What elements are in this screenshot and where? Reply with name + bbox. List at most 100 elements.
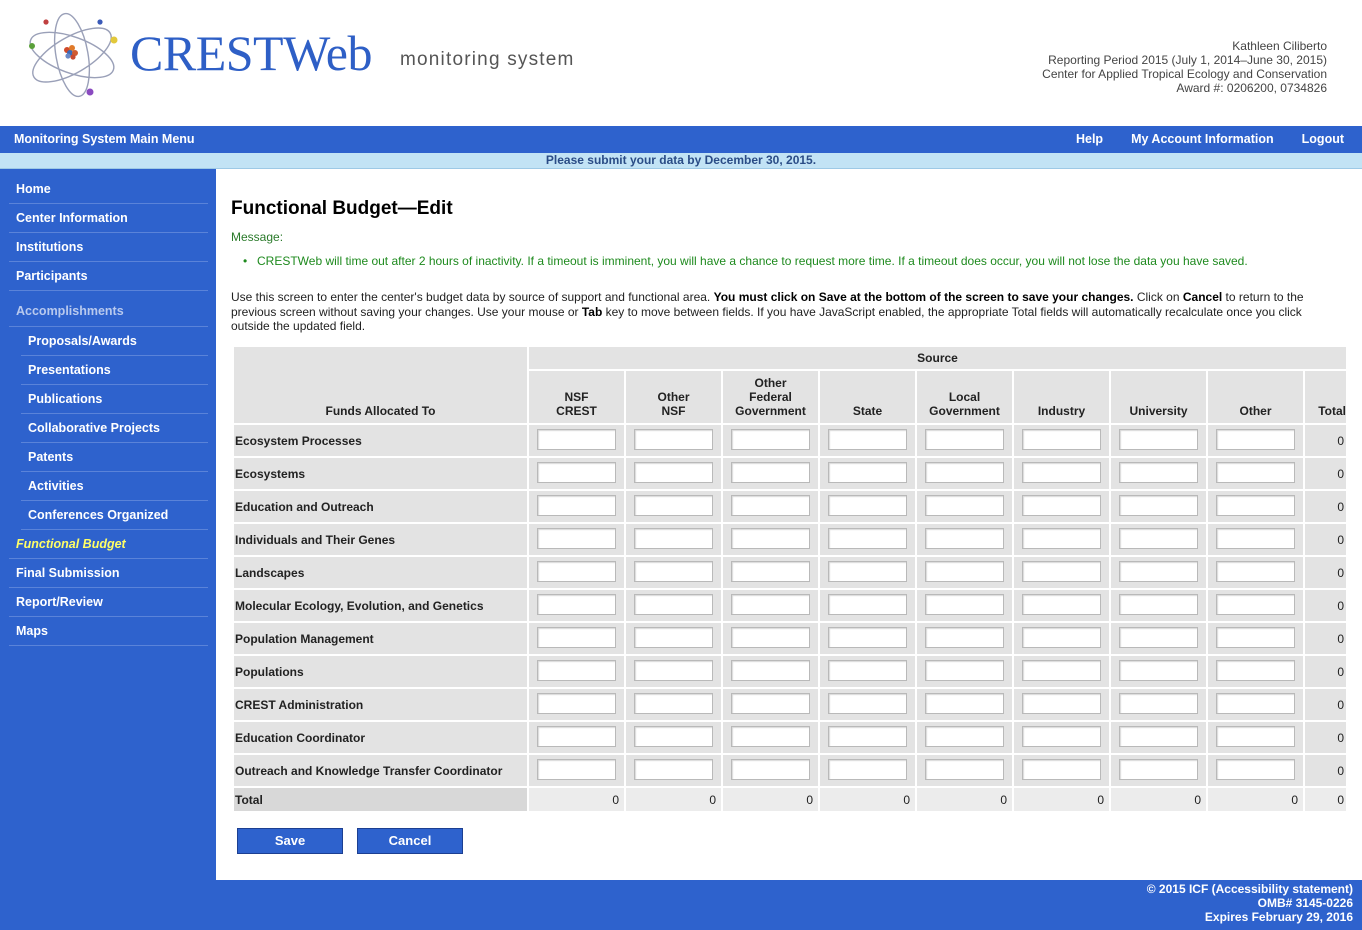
sidebar-item-maps[interactable]: Maps <box>9 617 208 646</box>
budget-input-other[interactable] <box>1216 725 1295 747</box>
help-link[interactable]: Help <box>1076 132 1103 146</box>
budget-input-other-nsf[interactable] <box>634 428 713 450</box>
sidebar-item-collaborative-projects[interactable]: Collaborative Projects <box>21 414 208 443</box>
budget-input-university[interactable] <box>1119 626 1198 648</box>
budget-input-university[interactable] <box>1119 527 1198 549</box>
sidebar-item-conferences-organized[interactable]: Conferences Organized <box>21 501 208 530</box>
budget-input-state[interactable] <box>828 659 907 681</box>
budget-input-local-government[interactable] <box>925 725 1004 747</box>
budget-input-state[interactable] <box>828 626 907 648</box>
budget-input-other[interactable] <box>1216 461 1295 483</box>
budget-input-industry[interactable] <box>1022 593 1101 615</box>
budget-input-university[interactable] <box>1119 461 1198 483</box>
budget-input-other[interactable] <box>1216 593 1295 615</box>
budget-input-industry[interactable] <box>1022 626 1101 648</box>
budget-input-other[interactable] <box>1216 494 1295 516</box>
budget-input-university[interactable] <box>1119 659 1198 681</box>
sidebar-item-proposals-awards[interactable]: Proposals/Awards <box>21 327 208 356</box>
sidebar-item-functional-budget[interactable]: Functional Budget <box>9 530 208 559</box>
budget-input-other-nsf[interactable] <box>634 659 713 681</box>
budget-input-local-government[interactable] <box>925 461 1004 483</box>
budget-input-local-government[interactable] <box>925 527 1004 549</box>
budget-input-nsf-crest[interactable] <box>537 560 616 582</box>
budget-input-local-government[interactable] <box>925 626 1004 648</box>
sidebar-item-institutions[interactable]: Institutions <box>9 233 208 262</box>
budget-input-local-government[interactable] <box>925 593 1004 615</box>
budget-input-nsf-crest[interactable] <box>537 692 616 714</box>
sidebar-item-center-information[interactable]: Center Information <box>9 204 208 233</box>
budget-input-local-government[interactable] <box>925 758 1004 780</box>
budget-input-other-federal[interactable] <box>731 593 810 615</box>
sidebar-item-participants[interactable]: Participants <box>9 262 208 291</box>
budget-input-other[interactable] <box>1216 560 1295 582</box>
budget-input-other-nsf[interactable] <box>634 527 713 549</box>
budget-input-nsf-crest[interactable] <box>537 461 616 483</box>
budget-input-other-federal[interactable] <box>731 428 810 450</box>
budget-input-industry[interactable] <box>1022 527 1101 549</box>
budget-input-university[interactable] <box>1119 725 1198 747</box>
budget-input-nsf-crest[interactable] <box>537 758 616 780</box>
budget-input-industry[interactable] <box>1022 560 1101 582</box>
budget-input-local-government[interactable] <box>925 659 1004 681</box>
budget-input-other[interactable] <box>1216 428 1295 450</box>
budget-input-local-government[interactable] <box>925 494 1004 516</box>
logout-link[interactable]: Logout <box>1302 132 1344 146</box>
cancel-button[interactable]: Cancel <box>357 828 463 854</box>
budget-input-nsf-crest[interactable] <box>537 725 616 747</box>
budget-input-other-federal[interactable] <box>731 560 810 582</box>
budget-input-state[interactable] <box>828 560 907 582</box>
budget-input-industry[interactable] <box>1022 725 1101 747</box>
budget-input-local-government[interactable] <box>925 560 1004 582</box>
budget-input-other[interactable] <box>1216 527 1295 549</box>
budget-input-other-federal[interactable] <box>731 527 810 549</box>
budget-input-university[interactable] <box>1119 428 1198 450</box>
budget-input-other-federal[interactable] <box>731 626 810 648</box>
budget-input-state[interactable] <box>828 527 907 549</box>
budget-input-nsf-crest[interactable] <box>537 428 616 450</box>
budget-input-other[interactable] <box>1216 626 1295 648</box>
budget-input-other[interactable] <box>1216 692 1295 714</box>
budget-input-university[interactable] <box>1119 593 1198 615</box>
budget-input-state[interactable] <box>828 593 907 615</box>
budget-input-other-federal[interactable] <box>731 659 810 681</box>
budget-input-state[interactable] <box>828 428 907 450</box>
budget-input-other-nsf[interactable] <box>634 725 713 747</box>
sidebar-item-home[interactable]: Home <box>9 175 208 204</box>
save-button[interactable]: Save <box>237 828 343 854</box>
budget-input-other-nsf[interactable] <box>634 626 713 648</box>
budget-input-nsf-crest[interactable] <box>537 626 616 648</box>
copyright-link[interactable]: © 2015 ICF (Accessibility statement) <box>0 882 1353 896</box>
sidebar-item-final-submission[interactable]: Final Submission <box>9 559 208 588</box>
budget-input-other-nsf[interactable] <box>634 692 713 714</box>
budget-input-state[interactable] <box>828 461 907 483</box>
budget-input-local-government[interactable] <box>925 692 1004 714</box>
budget-input-university[interactable] <box>1119 758 1198 780</box>
budget-input-industry[interactable] <box>1022 758 1101 780</box>
budget-input-other-federal[interactable] <box>731 461 810 483</box>
budget-input-industry[interactable] <box>1022 494 1101 516</box>
budget-input-state[interactable] <box>828 758 907 780</box>
budget-input-industry[interactable] <box>1022 692 1101 714</box>
sidebar-item-presentations[interactable]: Presentations <box>21 356 208 385</box>
sidebar-item-patents[interactable]: Patents <box>21 443 208 472</box>
main-menu-link[interactable]: Monitoring System Main Menu <box>14 132 195 146</box>
budget-input-state[interactable] <box>828 494 907 516</box>
budget-input-state[interactable] <box>828 725 907 747</box>
budget-input-nsf-crest[interactable] <box>537 659 616 681</box>
budget-input-other-nsf[interactable] <box>634 494 713 516</box>
my-account-link[interactable]: My Account Information <box>1131 132 1274 146</box>
budget-input-other-federal[interactable] <box>731 494 810 516</box>
sidebar-item-report-review[interactable]: Report/Review <box>9 588 208 617</box>
budget-input-other-federal[interactable] <box>731 725 810 747</box>
sidebar-item-publications[interactable]: Publications <box>21 385 208 414</box>
budget-input-university[interactable] <box>1119 494 1198 516</box>
budget-input-other-nsf[interactable] <box>634 593 713 615</box>
budget-input-other-nsf[interactable] <box>634 560 713 582</box>
budget-input-industry[interactable] <box>1022 428 1101 450</box>
budget-input-university[interactable] <box>1119 692 1198 714</box>
budget-input-nsf-crest[interactable] <box>537 494 616 516</box>
budget-input-other-federal[interactable] <box>731 758 810 780</box>
budget-input-local-government[interactable] <box>925 428 1004 450</box>
budget-input-other[interactable] <box>1216 758 1295 780</box>
budget-input-university[interactable] <box>1119 560 1198 582</box>
